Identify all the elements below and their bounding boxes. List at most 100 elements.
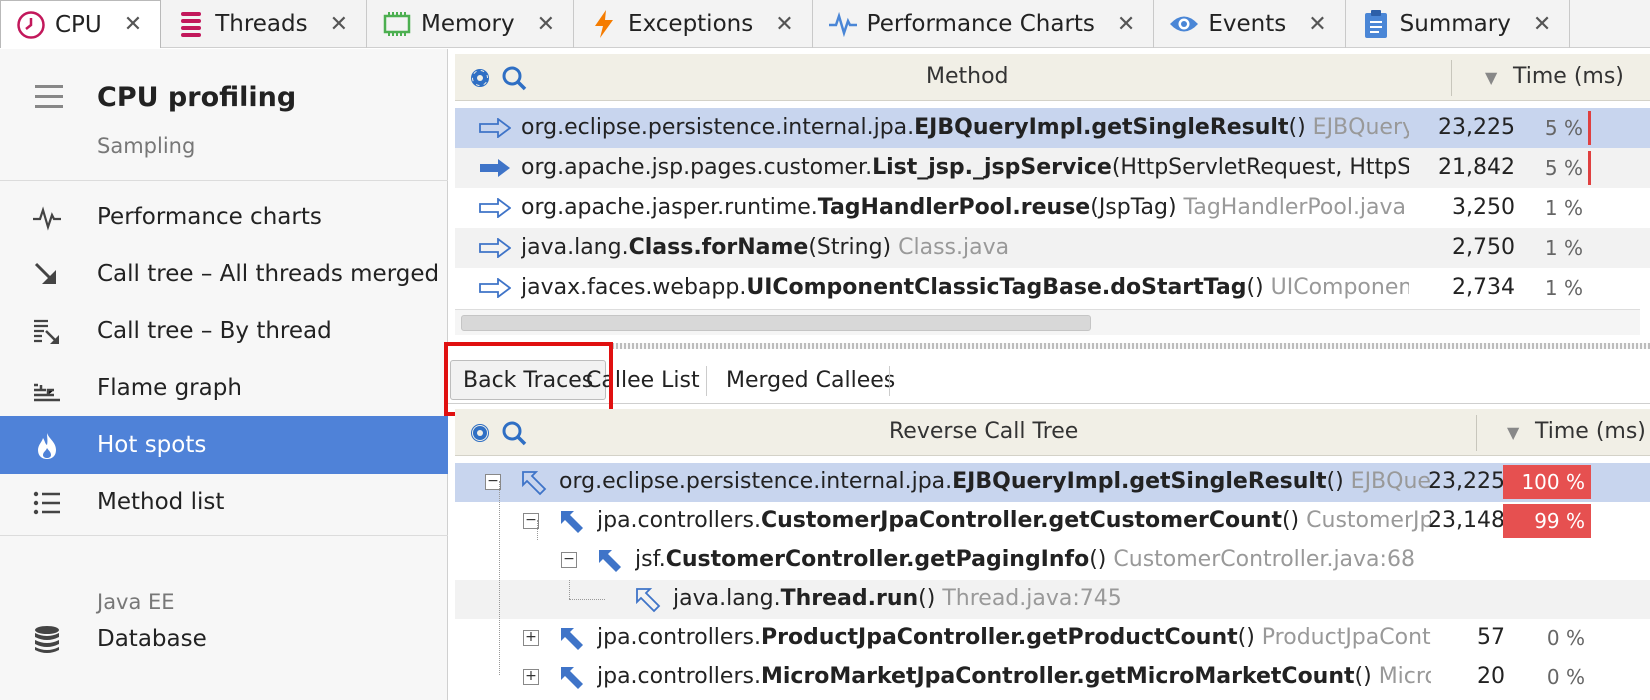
tree-connector	[569, 599, 605, 600]
search-icon[interactable]	[501, 65, 527, 95]
time-value: 2,750	[1452, 235, 1515, 260]
splitter-handle[interactable]	[612, 343, 1650, 349]
time-value: 20	[1477, 664, 1505, 689]
tab-events[interactable]: Events ✕	[1154, 0, 1346, 48]
column-header-method[interactable]: Method	[926, 64, 1009, 89]
arrow-right-outline-icon	[479, 197, 512, 224]
time-value: 23,225	[1438, 115, 1515, 140]
gear-icon[interactable]	[467, 65, 493, 95]
tree-connector	[537, 520, 538, 540]
close-icon[interactable]: ✕	[537, 12, 555, 37]
tree-row[interactable]: − jsf.CustomerController.getPagingInfo() …	[455, 541, 1650, 580]
tree-row[interactable]: + jpa.controllers.MicroMarketJpaControlle…	[455, 658, 1650, 697]
sidebar-item-flame-graph[interactable]: Flame graph	[0, 359, 448, 417]
tab-cpu[interactable]: CPU ✕	[0, 0, 162, 48]
arrow-up-left-filled-icon	[597, 548, 623, 580]
method-name: org.apache.jasper.runtime.TagHandlerPool…	[521, 195, 1407, 220]
list-icon	[32, 488, 62, 518]
table-row[interactable]: org.apache.jasper.runtime.TagHandlerPool…	[455, 188, 1650, 228]
method-name: jpa.controllers.ProductJpaController.get…	[597, 625, 1431, 650]
time-value: 2,734	[1452, 275, 1515, 300]
arrow-up-left-filled-icon	[559, 509, 585, 541]
hamburger-menu-icon[interactable]	[35, 85, 63, 115]
lightning-icon	[588, 8, 620, 40]
arrow-right-outline-icon	[479, 237, 512, 264]
percent-bar	[1588, 151, 1591, 185]
arrow-up-left-filled-icon	[559, 626, 585, 658]
sidebar-item-call-tree-all-threads[interactable]: Call tree – All threads merged	[0, 245, 448, 303]
tree-connector	[499, 481, 500, 675]
expand-icon[interactable]: +	[523, 630, 539, 646]
reverse-call-tree-header: Reverse Call Tree ▼ Time (ms)	[455, 409, 1650, 456]
column-header-time[interactable]: Time (ms)	[1513, 64, 1624, 89]
sidebar-item-performance-charts[interactable]: Performance charts	[0, 188, 448, 246]
column-header-reverse-call-tree[interactable]: Reverse Call Tree	[889, 419, 1078, 444]
collapse-icon[interactable]: −	[561, 552, 577, 568]
percent-value: 1 %	[1544, 236, 1583, 260]
sidebar-item-label: Call tree – By thread	[97, 318, 332, 344]
arrow-up-left-filled-icon	[559, 665, 585, 697]
close-icon[interactable]: ✕	[775, 12, 793, 37]
percent-value: 100 %	[1503, 465, 1591, 499]
hotspots-header: Method ▼ Time (ms)	[455, 54, 1650, 101]
percent-bar	[1588, 111, 1591, 145]
eye-icon	[1168, 8, 1200, 40]
sidebar-item-label: Method list	[97, 489, 225, 515]
close-icon[interactable]: ✕	[1308, 12, 1326, 37]
tab-summary[interactable]: Summary ✕	[1346, 0, 1571, 48]
fire-icon	[32, 431, 62, 461]
table-row[interactable]: java.lang.Class.forName(String) Class.ja…	[455, 228, 1650, 268]
flame-graph-icon	[32, 374, 62, 404]
tab-exceptions[interactable]: Exceptions ✕	[574, 0, 813, 48]
expand-icon[interactable]: +	[523, 669, 539, 685]
method-name: java.lang.Thread.run() Thread.java:745	[673, 586, 1122, 611]
tree-row[interactable]: + jpa.controllers.ProductJpaController.ge…	[455, 619, 1650, 658]
sidebar-item-call-tree-by-thread[interactable]: Call tree – By thread	[0, 302, 448, 360]
time-value: 23,225	[1428, 469, 1505, 494]
horizontal-scrollbar[interactable]	[455, 309, 1640, 335]
percent-value: 99 %	[1503, 504, 1591, 538]
arrow-up-left-outline-icon	[521, 470, 547, 502]
search-icon[interactable]	[501, 420, 527, 450]
close-icon[interactable]: ✕	[1117, 12, 1135, 37]
close-icon[interactable]: ✕	[1533, 12, 1551, 37]
tree-row[interactable]: − org.eclipse.persistence.internal.jpa.EJ…	[455, 463, 1650, 502]
scrollbar-thumb[interactable]	[461, 315, 1091, 331]
sidebar: CPU profiling Sampling Performance chart…	[0, 49, 448, 700]
sidebar-item-database[interactable]: Database	[0, 610, 448, 668]
highlight-annotation	[444, 342, 613, 416]
table-row[interactable]: org.apache.jsp.pages.customer.List_jsp._…	[455, 148, 1650, 188]
percent-value: 5 %	[1544, 156, 1583, 180]
close-icon[interactable]: ✕	[330, 12, 348, 37]
tree-row[interactable]: − jpa.controllers.CustomerJpaController.g…	[455, 502, 1650, 541]
method-name: org.eclipse.persistence.internal.jpa.EJB…	[521, 115, 1409, 140]
table-row[interactable]: org.eclipse.persistence.internal.jpa.EJB…	[455, 108, 1650, 148]
close-icon[interactable]: ✕	[124, 12, 142, 37]
tab-performance-charts[interactable]: Performance Charts ✕	[813, 0, 1155, 48]
sidebar-item-label: Database	[97, 626, 207, 652]
gear-icon[interactable]	[467, 420, 493, 450]
sort-descending-icon[interactable]: ▼	[1485, 68, 1497, 87]
sort-descending-icon[interactable]: ▼	[1507, 423, 1519, 442]
time-value: 21,842	[1438, 155, 1515, 180]
time-value: 23,148	[1428, 508, 1505, 533]
sidebar-item-hot-spots[interactable]: Hot spots	[0, 416, 448, 474]
tab-label: CPU	[55, 11, 102, 38]
tree-row[interactable]: java.lang.Thread.run() Thread.java:745	[455, 580, 1650, 619]
column-divider	[1476, 415, 1477, 451]
column-divider	[1451, 60, 1452, 96]
tab-label: Exceptions	[628, 11, 754, 37]
column-header-time[interactable]: Time (ms)	[1535, 419, 1646, 444]
sidebar-item-method-list[interactable]: Method list	[0, 473, 448, 531]
divider	[889, 366, 890, 396]
percent-value: 0 %	[1546, 626, 1585, 650]
percent-value: 1 %	[1544, 276, 1583, 300]
time-value: 57	[1477, 625, 1505, 650]
tab-merged-callees[interactable]: Merged Callees	[714, 360, 907, 400]
tab-threads[interactable]: Threads ✕	[161, 0, 368, 48]
method-name: javax.faces.webapp.UIComponentClassicTag…	[521, 275, 1409, 300]
pulse-icon	[827, 8, 859, 40]
table-row[interactable]: javax.faces.webapp.UIComponentClassicTag…	[455, 268, 1650, 308]
tab-label: Memory	[421, 11, 515, 37]
tab-memory[interactable]: Memory ✕	[367, 0, 575, 48]
